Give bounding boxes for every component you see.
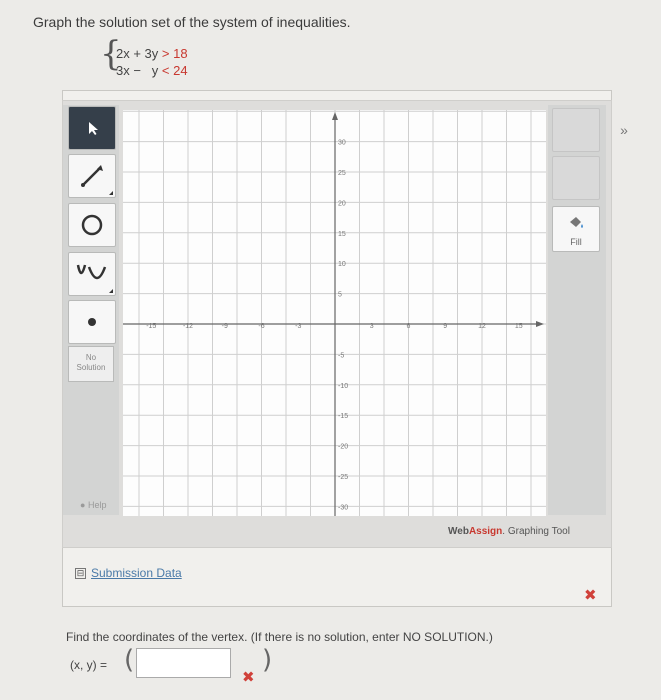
- vertex-label: (x, y) =: [70, 658, 108, 672]
- inequality-2-rhs: 24: [173, 63, 188, 78]
- no-solution-label-2: Solution: [76, 363, 106, 372]
- pointer-tool-button[interactable]: [68, 106, 116, 150]
- x-tick-label: -12: [183, 323, 193, 330]
- no-solution-label-1: No: [85, 353, 97, 362]
- x-axis-arrow: [536, 321, 544, 327]
- x-tick-label: -3: [295, 323, 301, 330]
- inequality-1-rhs: 18: [173, 46, 188, 61]
- submission-data-toggle[interactable]: ⊟ Submission Data: [75, 566, 182, 580]
- y-tick-label: 10: [338, 261, 346, 268]
- x-tick-label: 12: [478, 323, 486, 330]
- fill-label: Fill: [570, 237, 582, 247]
- expand-panel-button[interactable]: »: [606, 122, 642, 144]
- x-tick-label: 9: [443, 323, 447, 330]
- vertex-input[interactable]: [136, 648, 231, 678]
- y-tick-label: 15: [338, 231, 346, 238]
- help-label: Help: [87, 500, 107, 510]
- fill-button[interactable]: Fill: [552, 206, 600, 252]
- y-axis-arrow: [332, 112, 338, 120]
- dropdown-corner-icon: [109, 191, 113, 195]
- y-tick-label: 20: [338, 200, 346, 207]
- x-tick-label: 15: [515, 323, 523, 330]
- y-tick-label: -10: [338, 383, 348, 390]
- help-link[interactable]: ● Help: [80, 500, 106, 510]
- x-tick-label: -6: [258, 323, 264, 330]
- inequality-1-op: >: [161, 46, 170, 61]
- y-tick-label: 30: [338, 140, 346, 147]
- brand-web: Web: [448, 526, 469, 537]
- circle-tool-button[interactable]: [68, 203, 116, 247]
- inequality-2-op: <: [161, 63, 170, 78]
- inequality-2: 3x − y < 24: [116, 63, 188, 78]
- x-tick-label: -15: [146, 323, 156, 330]
- graph-canvas[interactable]: -15 -12 -9 -6 -3 3 6 9 12 15 30 25 20 15 10 5 -5 -10 -15 -2…: [123, 110, 546, 516]
- y-tick-label: 5: [338, 292, 342, 299]
- parabola-tool-button[interactable]: [68, 252, 116, 296]
- dropdown-corner-icon: [109, 289, 113, 293]
- webassign-brand: WebAssign. Graphing Tool: [448, 526, 570, 537]
- parabola-icon: [76, 264, 107, 280]
- inequality-1: 2x + 3y > 18: [116, 46, 188, 61]
- point-tool-button[interactable]: [68, 300, 116, 344]
- incorrect-icon-answer: ✖: [242, 669, 255, 686]
- line-tool-button[interactable]: [68, 154, 116, 198]
- y-tick-label: -20: [338, 444, 348, 451]
- close-paren: ): [262, 645, 273, 675]
- fill-bucket-icon: [570, 217, 583, 228]
- x-tick-label: 6: [407, 323, 411, 330]
- brand-suffix: . Graphing Tool: [502, 526, 570, 537]
- line-icon: [81, 165, 103, 187]
- coordinate-grid[interactable]: -15 -12 -9 -6 -3 3 6 9 12 15 30 25 20 15 10 5 -5 -10 -15 -2…: [123, 110, 546, 516]
- inequality-2-lhs: 3x − y: [116, 63, 159, 78]
- question-prompt: Graph the solution set of the system of …: [33, 14, 351, 30]
- x-tick-label: -9: [222, 323, 228, 330]
- y-tick-label: -30: [338, 504, 348, 511]
- collapse-icon: ⊟: [75, 568, 86, 580]
- x-tick-label: 3: [370, 323, 374, 330]
- no-solution-button[interactable]: No Solution: [68, 346, 114, 382]
- open-paren: (: [124, 645, 135, 675]
- y-tick-label: -25: [338, 474, 348, 481]
- point-icon: [88, 318, 96, 326]
- help-icon: ●: [80, 500, 86, 510]
- brand-assign: Assign: [468, 526, 503, 537]
- undo-button[interactable]: [552, 108, 600, 152]
- y-tick-label: -15: [338, 413, 348, 420]
- cursor-arrow-icon: [89, 122, 98, 135]
- inequality-1-lhs: 2x + 3y: [116, 46, 159, 61]
- y-tick-label: -5: [338, 352, 344, 359]
- y-tick-label: 25: [338, 170, 346, 177]
- delete-button[interactable]: [552, 156, 600, 200]
- vertex-question: Find the coordinates of the vertex. (If …: [66, 630, 493, 644]
- incorrect-icon: ✖: [584, 587, 597, 604]
- circle-icon: [81, 214, 103, 236]
- submission-data-label: Submission Data: [91, 566, 182, 580]
